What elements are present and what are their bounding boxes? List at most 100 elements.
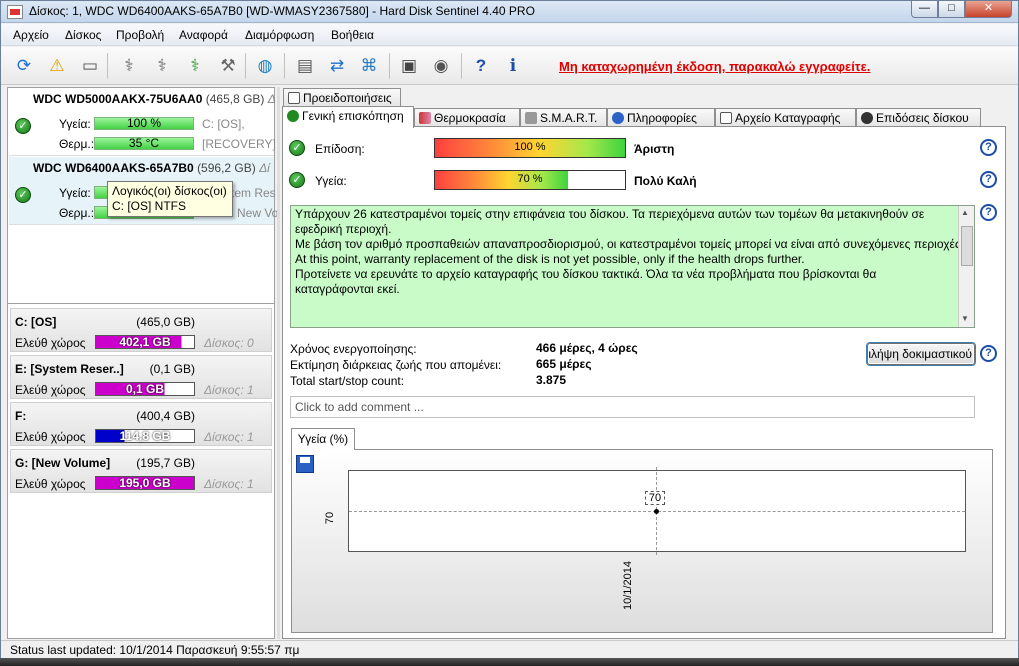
comment-field[interactable]: Click to add comment ...: [290, 396, 975, 418]
toolbar-separator: [284, 53, 285, 79]
maximize-button[interactable]: □: [938, 1, 965, 18]
tooltip-line: Λογικός(οι) δίσκος(οι): [112, 184, 227, 198]
tooltip-line: C: [OS] NTFS: [112, 199, 187, 213]
free-space-bar: 402,1 GB: [95, 335, 195, 349]
globe-icon[interactable]: ◍: [251, 52, 279, 80]
status-bar: Status last updated: 10/1/2014 Παρασκευή…: [1, 640, 1018, 659]
check-icon: [287, 110, 299, 122]
help-icon[interactable]: ?: [980, 204, 997, 221]
performance-bar: 100 %: [434, 138, 626, 158]
free-space-label: Ελεύθ χώρος: [15, 477, 86, 491]
volume-size: (465,0 GB): [136, 315, 195, 329]
disk-test-icon[interactable]: ⚕: [115, 52, 143, 80]
save-icon[interactable]: [296, 455, 314, 473]
taskbar-edge: [0, 658, 1019, 666]
help-icon[interactable]: ?: [980, 171, 997, 188]
volume-item[interactable]: G: [New Volume] (195,7 GB) Ελεύθ χώρος 1…: [10, 449, 272, 493]
log-document-icon: [720, 112, 732, 124]
free-space-bar: 0,1 GB: [95, 382, 195, 396]
menu-disk[interactable]: Δίσκος: [65, 28, 101, 42]
volume-item[interactable]: C: [OS] (465,0 GB) Ελεύθ χώρος 402,1 GB …: [10, 308, 272, 352]
scroll-down-icon[interactable]: ▼: [961, 314, 969, 323]
tab-label: S.M.A.R.T.: [540, 111, 598, 125]
health-bar: 70 %: [434, 170, 626, 190]
health-rating: Πολύ Καλή: [634, 174, 697, 188]
tab-label: Πληροφορίες: [627, 111, 697, 125]
help-icon[interactable]: ?: [980, 139, 997, 156]
message-line: Προτείνετε να ερευνάτε το αρχείο καταγρα…: [295, 267, 877, 296]
gauge-icon: [861, 112, 873, 124]
tab-label: Θερμοκρασία: [434, 111, 506, 125]
disk-ok-icon[interactable]: ⚕: [181, 52, 209, 80]
menu-view[interactable]: Προβολή: [116, 28, 164, 42]
performance-ok-icon: ✓: [289, 140, 305, 156]
power-on-time-label: Χρόνος ενεργοποίησης:: [290, 342, 417, 356]
surface-test-icon[interactable]: ⚕: [148, 52, 176, 80]
menu-file[interactable]: Αρχείο: [13, 28, 49, 42]
health-label: Υγεία:: [59, 117, 91, 131]
monitor-icon[interactable]: ▣: [395, 52, 423, 80]
close-button[interactable]: ✕: [965, 1, 1012, 18]
info-icon: [612, 112, 624, 124]
volume-item[interactable]: F: (400,4 GB) Ελεύθ χώρος 114,8 GB Δίσκο…: [10, 402, 272, 446]
message-line: Με βάση τον αριθμό προσπαθειών απαναπροσ…: [295, 237, 964, 251]
app-icon[interactable]: [7, 5, 23, 19]
toolbar-separator: [461, 53, 462, 79]
volume-item[interactable]: E: [System Reser..] (0,1 GB) Ελεύθ χώρος…: [10, 355, 272, 399]
info-icon[interactable]: ℹ: [499, 52, 527, 80]
message-scrollbar[interactable]: ▲ ▼: [958, 206, 974, 327]
menu-configuration[interactable]: Διαμόρφωση: [245, 28, 314, 42]
sound-icon[interactable]: ◉: [427, 52, 455, 80]
volumes-panel: C: [OS] (465,0 GB) Ελεύθ χώρος 402,1 GB …: [7, 303, 275, 639]
alert-icon[interactable]: ⚠: [43, 52, 71, 80]
report-icon[interactable]: ▤: [291, 52, 319, 80]
remaining-lifetime-label: Εκτίμηση διάρκειας ζωής που απομένει:: [290, 358, 502, 372]
tab-information[interactable]: Πληροφορίες: [607, 108, 715, 128]
volume-name: C: [OS]: [15, 315, 57, 329]
registration-notice[interactable]: Μη καταχωρημένη έκδοση, παρακαλώ εγγραφε…: [559, 59, 870, 74]
title-bar[interactable]: Δίσκος: 1, WDC WD6400AAKS-65A7B0 [WD-WMA…: [1, 1, 1018, 23]
minimize-button[interactable]: —: [911, 1, 938, 18]
tab-log[interactable]: Αρχείο Καταγραφής: [715, 108, 856, 128]
test-download-button[interactable]: ιλήψη δοκιμαστικού: [866, 342, 976, 366]
health-bar: 100 %: [94, 117, 194, 130]
tab-disk-performance[interactable]: Επιδόσεις δίσκου: [856, 108, 981, 128]
free-space-label: Ελεύθ χώρος: [15, 430, 86, 444]
toolbar-separator: [389, 53, 390, 79]
tab-temperature[interactable]: Θερμοκρασία: [414, 108, 520, 128]
tab-overview[interactable]: Γενική επισκόπηση: [282, 106, 414, 128]
help-icon[interactable]: ?: [980, 345, 997, 362]
tab-label: Επιδόσεις δίσκου: [876, 111, 969, 125]
free-space-bar: 114,8 GB: [95, 429, 195, 443]
remaining-lifetime-value: 665 μέρες: [536, 357, 592, 371]
tab-label: Αρχείο Καταγραφής: [735, 111, 841, 125]
tab-warnings[interactable]: Προειδοποιήσεις: [283, 88, 401, 108]
free-space-label: Ελεύθ χώρος: [15, 383, 86, 397]
sync-icon[interactable]: ⇄: [323, 52, 351, 80]
network-icon[interactable]: ⌘: [355, 52, 383, 80]
free-space-bar: 195,0 GB: [95, 476, 195, 490]
scroll-thumb[interactable]: [961, 226, 973, 266]
performance-value: 100 %: [514, 141, 546, 153]
volume-disk: Δίσκος: 1: [204, 383, 254, 397]
menu-report[interactable]: Αναφορά: [179, 28, 228, 42]
help-icon[interactable]: ?: [467, 52, 495, 80]
menu-help[interactable]: Βοήθεια: [331, 28, 374, 42]
disk-card-0[interactable]: WDC WD5000AAKX-75U6AA0 (465,8 GB) Δ ✓ Υγ…: [9, 88, 276, 156]
tab-health-graph[interactable]: Υγεία (%): [291, 428, 355, 450]
volume-disk: Δίσκος: 1: [204, 430, 254, 444]
health-graph: 70 70 10/1/2014: [291, 449, 993, 633]
disk-name: WDC WD6400AAKS-65A7B0 (596,2 GB) Δί: [33, 161, 270, 175]
tab-smart[interactable]: S.M.A.R.T.: [520, 108, 607, 128]
document-icon: [288, 92, 300, 104]
volume-size: (195,7 GB): [136, 456, 195, 470]
start-stop-count-value: 3.875: [536, 373, 567, 387]
health-message-box[interactable]: Υπάρχουν 26 κατεστραμένοι τομείς στην επ…: [290, 205, 975, 328]
disk-drive-icon[interactable]: ▭: [76, 52, 104, 80]
disk-tools-icon[interactable]: ⚒: [214, 52, 242, 80]
free-space-label: Ελεύθ χώρος: [15, 336, 86, 350]
refresh-icon[interactable]: ⟳: [10, 52, 38, 80]
scroll-up-icon[interactable]: ▲: [961, 208, 969, 217]
panel-splitter[interactable]: [277, 87, 280, 639]
partition-label: tem Res: [231, 186, 276, 200]
